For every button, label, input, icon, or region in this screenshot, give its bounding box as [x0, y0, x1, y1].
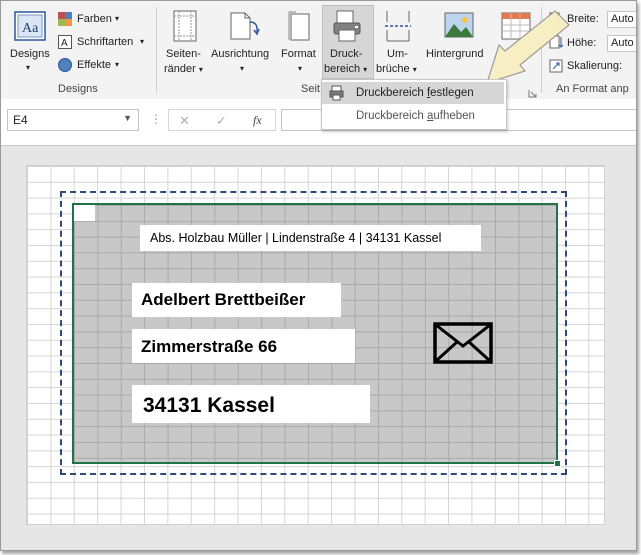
- format-label[interactable]: Format: [281, 48, 316, 60]
- hintergrund-icon[interactable]: [444, 12, 474, 40]
- name-box-value: E4: [13, 113, 28, 127]
- active-cell[interactable]: [74, 205, 95, 221]
- fill-handle[interactable]: [554, 460, 561, 467]
- svg-text:A: A: [61, 38, 68, 49]
- hoehe-field[interactable]: Auto: [607, 35, 636, 52]
- schriftarten-dropdown-arrow[interactable]: ▾: [140, 37, 144, 46]
- effekte-icon[interactable]: [58, 58, 72, 72]
- menu-item-druckbereich-aufheben[interactable]: Druckbereich aufheben: [322, 105, 504, 127]
- name-box-dropdown-arrow[interactable]: ▼: [123, 113, 132, 123]
- formula-bar: E4 ▼ ⋮ ✕ ✓ fx: [1, 99, 636, 146]
- format-dropdown-arrow[interactable]: ▾: [298, 64, 302, 73]
- svg-text:Aa: Aa: [22, 21, 39, 36]
- breite-field[interactable]: Auto: [607, 11, 636, 28]
- hoehe-label: Höhe:: [567, 37, 597, 49]
- druckbereich-dropdown-menu: Druckbereich festlegen Druckbereich aufh…: [321, 79, 507, 130]
- druckbereich-label-line1: Druck-: [330, 48, 363, 60]
- designs-group-label: Designs: [58, 83, 98, 95]
- ribbon: Aa Designs ▾ Farben ▾ A Schriftarten ▾ E…: [1, 1, 636, 100]
- umbrueche-icon[interactable]: [384, 10, 412, 42]
- set-print-area-icon: [329, 85, 345, 101]
- group-separator: [156, 7, 157, 93]
- name-box[interactable]: E4 ▼: [7, 109, 139, 131]
- hintergrund-label[interactable]: Hintergrund: [426, 48, 483, 60]
- recipient-street: Zimmerstraße 66: [132, 329, 355, 363]
- recipient-city: 34131 Kassel: [132, 385, 370, 423]
- ausrichtung-label[interactable]: Ausrichtung: [211, 48, 269, 60]
- format-icon[interactable]: [288, 10, 312, 42]
- farben-icon[interactable]: [58, 12, 72, 26]
- designs-button-label[interactable]: Designs: [10, 48, 50, 60]
- ausrichtung-icon[interactable]: [228, 10, 260, 42]
- sender-address-line: Abs. Holzbau Müller | Lindenstraße 4 | 3…: [140, 225, 481, 251]
- umbrueche-label-line1[interactable]: Um-: [387, 48, 408, 60]
- ausrichtung-dropdown-arrow[interactable]: ▾: [240, 64, 244, 73]
- farben-dropdown-arrow[interactable]: ▾: [115, 14, 119, 23]
- schriftarten-icon[interactable]: A: [58, 35, 72, 49]
- excel-window: Aa Designs ▾ Farben ▾ A Schriftarten ▾ E…: [0, 0, 637, 551]
- designs-icon[interactable]: Aa: [14, 11, 46, 41]
- druckbereich-label-line2: bereich ▾: [324, 63, 368, 75]
- skalierung-label: Skalierung:: [567, 60, 623, 72]
- farben-button-label[interactable]: Farben: [77, 13, 112, 25]
- enter-icon[interactable]: ✓: [216, 113, 227, 129]
- effekte-button-label[interactable]: Effekte: [77, 59, 111, 71]
- menu-item-label: Druckbereich festlegen: [356, 87, 474, 99]
- seitenraender-label-line2[interactable]: ränder ▾: [164, 63, 203, 75]
- menu-item-druckbereich-festlegen[interactable]: Druckbereich festlegen: [322, 82, 504, 104]
- schriftarten-button-label[interactable]: Schriftarten: [77, 36, 133, 48]
- insert-function-icon[interactable]: fx: [253, 113, 262, 128]
- menu-item-label: Druckbereich aufheben: [356, 110, 475, 122]
- breite-label: Breite:: [567, 13, 599, 25]
- seite-einrichten-group-label: Seit: [301, 83, 320, 95]
- recipient-name: Adelbert Brettbeißer: [132, 283, 341, 317]
- formula-bar-grip[interactable]: ⋮: [150, 112, 162, 126]
- druckbereich-icon: [333, 10, 363, 42]
- formula-buttons: ✕ ✓ fx: [168, 109, 276, 131]
- seitenraender-label-line1[interactable]: Seiten-: [166, 48, 201, 60]
- callout-arrow-icon: [479, 9, 571, 87]
- cancel-icon[interactable]: ✕: [179, 113, 190, 129]
- seitenraender-icon[interactable]: [172, 10, 198, 42]
- umbrueche-label-line2[interactable]: brüche ▾: [376, 63, 417, 75]
- effekte-dropdown-arrow[interactable]: ▾: [115, 60, 119, 69]
- designs-dropdown-arrow[interactable]: ▾: [26, 63, 30, 72]
- envelope-icon: [433, 322, 493, 364]
